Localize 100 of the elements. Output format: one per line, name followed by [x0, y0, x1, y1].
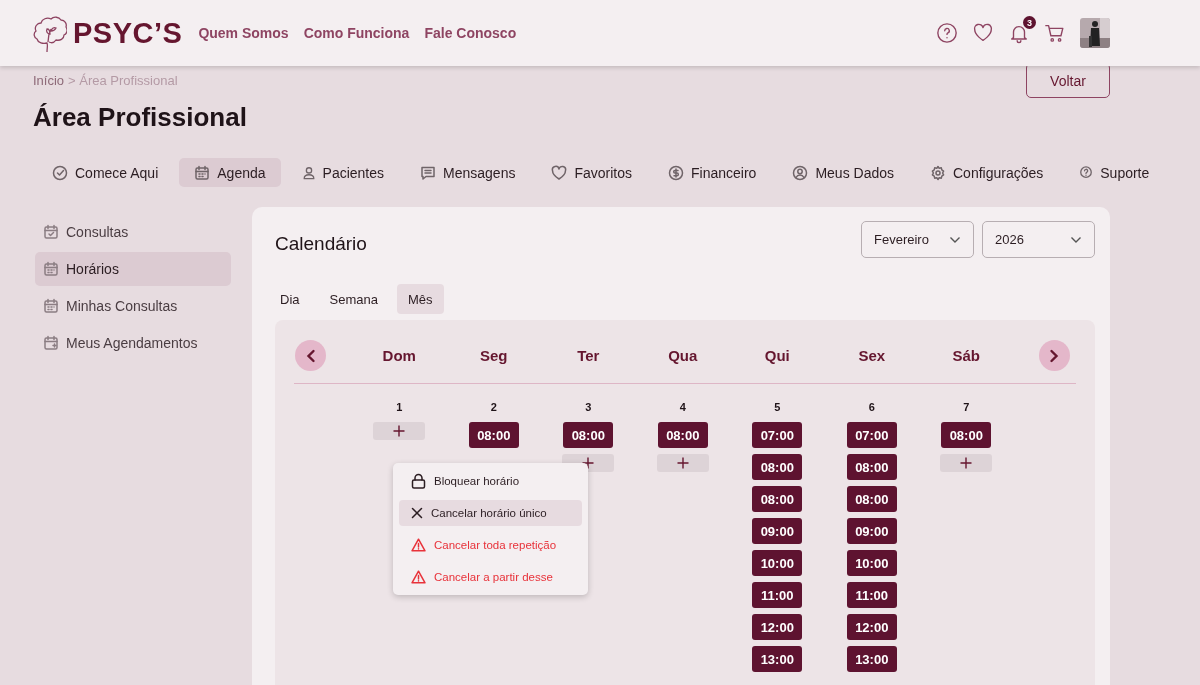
time-slot[interactable]: 08:00	[468, 422, 519, 448]
view-tab[interactable]: Dia	[269, 284, 311, 314]
sidebar-item[interactable]: Consultas	[35, 215, 231, 249]
calendar-icon	[43, 335, 59, 351]
view-tab[interactable]: Mês	[396, 284, 444, 314]
time-slot[interactable]: 13:00	[846, 646, 897, 672]
time-slot[interactable]: 09:00	[846, 518, 897, 544]
page-title: Área Profissional	[33, 102, 248, 133]
weekday-label: Qui	[763, 347, 791, 364]
brand-name: PSYC’S	[73, 16, 183, 50]
chevron-down-icon	[1070, 235, 1082, 244]
nav-tab[interactable]: Agenda	[179, 158, 281, 187]
time-slot[interactable]: 08:00	[752, 486, 803, 512]
time-slot[interactable]: 12:00	[846, 614, 897, 640]
settings-icon	[930, 164, 946, 181]
sidebar-item[interactable]: Minhas Consultas	[35, 289, 231, 323]
heart-icon	[972, 22, 994, 44]
plus-icon	[676, 457, 689, 469]
menu-item[interactable]: Cancelar toda repetição	[399, 532, 582, 558]
time-slot[interactable]: 08:00	[563, 422, 614, 448]
calendar-check-icon	[43, 224, 59, 240]
month-select[interactable]: Fevereiro	[861, 221, 974, 258]
day-number: 2	[490, 401, 497, 413]
time-slot[interactable]: 08:00	[941, 422, 992, 448]
nav-tab[interactable]: Financeiro	[653, 158, 772, 187]
heart-icon	[551, 164, 568, 181]
chevron-left-icon	[305, 348, 316, 363]
nav-tab[interactable]: Mensagens	[405, 158, 531, 187]
calendar-title: Calendário	[275, 232, 367, 255]
notification-badge: 3	[1023, 16, 1036, 29]
user-circle-icon	[792, 164, 809, 181]
profile-button[interactable]	[1080, 18, 1110, 48]
weekday-label: Seg	[479, 347, 509, 364]
notifications-button[interactable]: 3	[1008, 16, 1036, 44]
nav-tab[interactable]: Meus Dados	[777, 158, 909, 187]
nav-tab[interactable]: Pacientes	[286, 158, 400, 187]
sidebar-item[interactable]: Horários	[35, 252, 231, 286]
add-slot-button[interactable]	[656, 454, 709, 472]
check-circle-icon	[52, 164, 68, 181]
close-icon	[411, 507, 423, 519]
plus-icon	[393, 425, 406, 437]
time-slot[interactable]: 10:00	[846, 550, 897, 576]
cart-button[interactable]	[1044, 22, 1066, 44]
breadcrumb-current: > Área Profissional	[68, 73, 178, 88]
day-number: 4	[679, 401, 686, 413]
add-slot-button[interactable]	[940, 454, 993, 472]
time-slot[interactable]: 08:00	[846, 486, 897, 512]
breadcrumb-link[interactable]: Início	[33, 73, 65, 88]
time-slot[interactable]: 07:00	[752, 422, 803, 448]
time-slot[interactable]: 08:00	[846, 454, 897, 480]
time-slot[interactable]: 10:00	[752, 550, 803, 576]
add-slot-button[interactable]	[373, 422, 426, 440]
previous-button[interactable]	[295, 340, 326, 371]
nav-tab[interactable]: Configurações	[915, 158, 1059, 187]
menu-item[interactable]: Bloquear horário	[399, 468, 582, 494]
nav-tab[interactable]: Comece Aqui	[37, 158, 174, 187]
weekday-label: Sáb	[951, 347, 981, 364]
warning-icon	[411, 538, 426, 552]
year-select[interactable]: 2026	[982, 221, 1095, 258]
weekday-label: Dom	[381, 347, 417, 364]
menu-item[interactable]: Cancelar a partir desse	[399, 564, 582, 590]
day-number: 5	[774, 401, 781, 413]
day-number: 6	[868, 401, 875, 413]
view-tab[interactable]: Semana	[318, 284, 389, 314]
user-icon	[301, 165, 316, 180]
time-slot[interactable]: 08:00	[657, 422, 708, 448]
warning-icon	[411, 570, 426, 584]
chevron-down-icon	[949, 235, 961, 244]
favorites-button[interactable]	[972, 22, 994, 44]
day-number: 7	[963, 401, 970, 413]
help-icon	[1079, 165, 1094, 180]
chevron-right-icon	[1049, 348, 1059, 363]
menu-item[interactable]: Cancelar horário único	[399, 500, 582, 526]
message-icon	[420, 164, 437, 181]
calendar-icon	[43, 261, 59, 277]
plus-icon	[960, 457, 973, 469]
day-number: 1	[396, 401, 403, 413]
weekday-label: Sex	[857, 347, 887, 364]
time-slot[interactable]: 12:00	[752, 614, 803, 640]
time-slot[interactable]: 11:00	[846, 582, 897, 608]
time-slot[interactable]: 07:00	[846, 422, 897, 448]
time-slot[interactable]: 11:00	[752, 582, 803, 608]
nav-tab[interactable]: Suporte	[1064, 158, 1165, 187]
nav-tab[interactable]: Favoritos	[536, 158, 647, 187]
time-slot[interactable]: 09:00	[752, 518, 803, 544]
nav-link[interactable]: Como Funciona	[303, 25, 410, 41]
nav-link[interactable]: Fale Conosco	[424, 25, 517, 41]
day-number: 3	[585, 401, 592, 413]
nav-link[interactable]: Quem Somos	[198, 25, 289, 41]
time-slot[interactable]: 13:00	[752, 646, 803, 672]
calendar-icon	[194, 164, 211, 181]
help-icon	[936, 22, 958, 44]
cart-icon	[1044, 22, 1066, 44]
sidebar-item[interactable]: Meus Agendamentos	[35, 326, 231, 360]
time-slot[interactable]: 08:00	[752, 454, 803, 480]
plus-icon	[582, 457, 595, 469]
weekday-label: Ter	[576, 347, 601, 364]
next-button[interactable]	[1038, 340, 1070, 371]
weekday-label: Qua	[667, 347, 699, 364]
help-button[interactable]	[936, 22, 958, 44]
